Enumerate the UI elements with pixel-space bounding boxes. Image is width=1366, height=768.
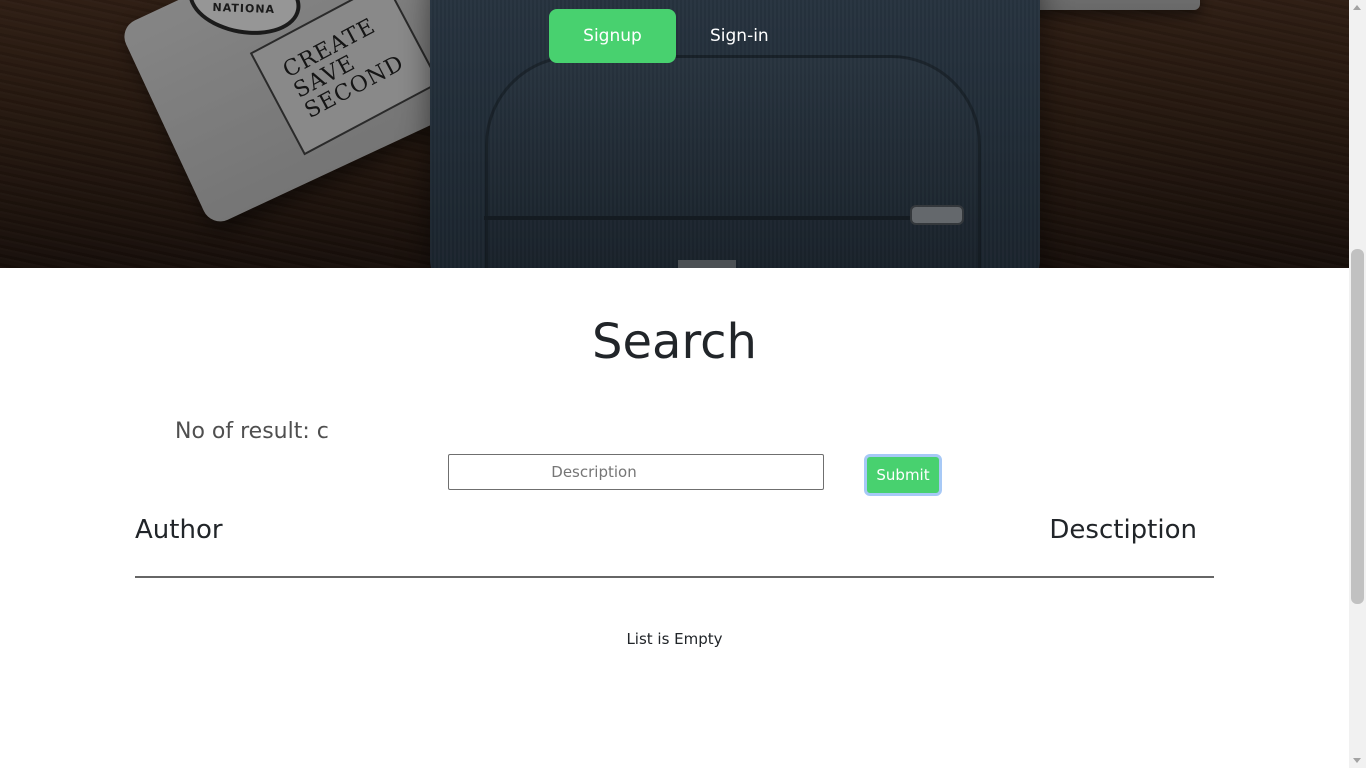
- hero-pen-image: [868, 0, 892, 32]
- hero-notebook-image: [880, 0, 1200, 10]
- results-table-header: Author Desctiption: [135, 512, 1214, 578]
- hero-bag-zipper: [484, 216, 954, 220]
- hero-national-sticker: NATIONA: [182, 0, 307, 44]
- description-search-input[interactable]: [448, 454, 824, 490]
- hero-laptop-image: [118, 0, 502, 228]
- hero-bag-zipper-pull: [910, 205, 964, 225]
- page: NATIONA CREATE SAVE SECOND Signup Sign-i…: [0, 0, 1349, 768]
- scroll-down-icon[interactable]: [1353, 758, 1361, 763]
- hero-bag-pocket: [485, 55, 981, 268]
- author-column-header: Author: [135, 515, 223, 545]
- scroll-thumb[interactable]: [1351, 249, 1364, 604]
- hero-script-sticker: CREATE SAVE SECOND: [249, 0, 441, 156]
- submit-button[interactable]: Submit: [864, 454, 942, 496]
- vertical-scrollbar[interactable]: [1349, 0, 1366, 768]
- scroll-up-icon[interactable]: [1353, 5, 1361, 10]
- hero-sticker-text-right: CREATE SAVE SECOND: [279, 13, 409, 125]
- empty-list-message: List is Empty: [626, 630, 723, 648]
- page-title: Search: [592, 314, 757, 370]
- hero-sticker-text-left: NATIONA: [212, 0, 276, 17]
- signin-link[interactable]: Sign-in: [710, 26, 769, 46]
- signup-button[interactable]: Signup: [549, 9, 676, 63]
- top-navigation: Signup Sign-in: [549, 9, 769, 63]
- hero-banner: NATIONA CREATE SAVE SECOND Signup Sign-i…: [0, 0, 1349, 268]
- results-count: No of result: c: [175, 419, 329, 444]
- description-column-header: Desctiption: [1049, 515, 1197, 545]
- hero-bag-tag: [678, 260, 736, 268]
